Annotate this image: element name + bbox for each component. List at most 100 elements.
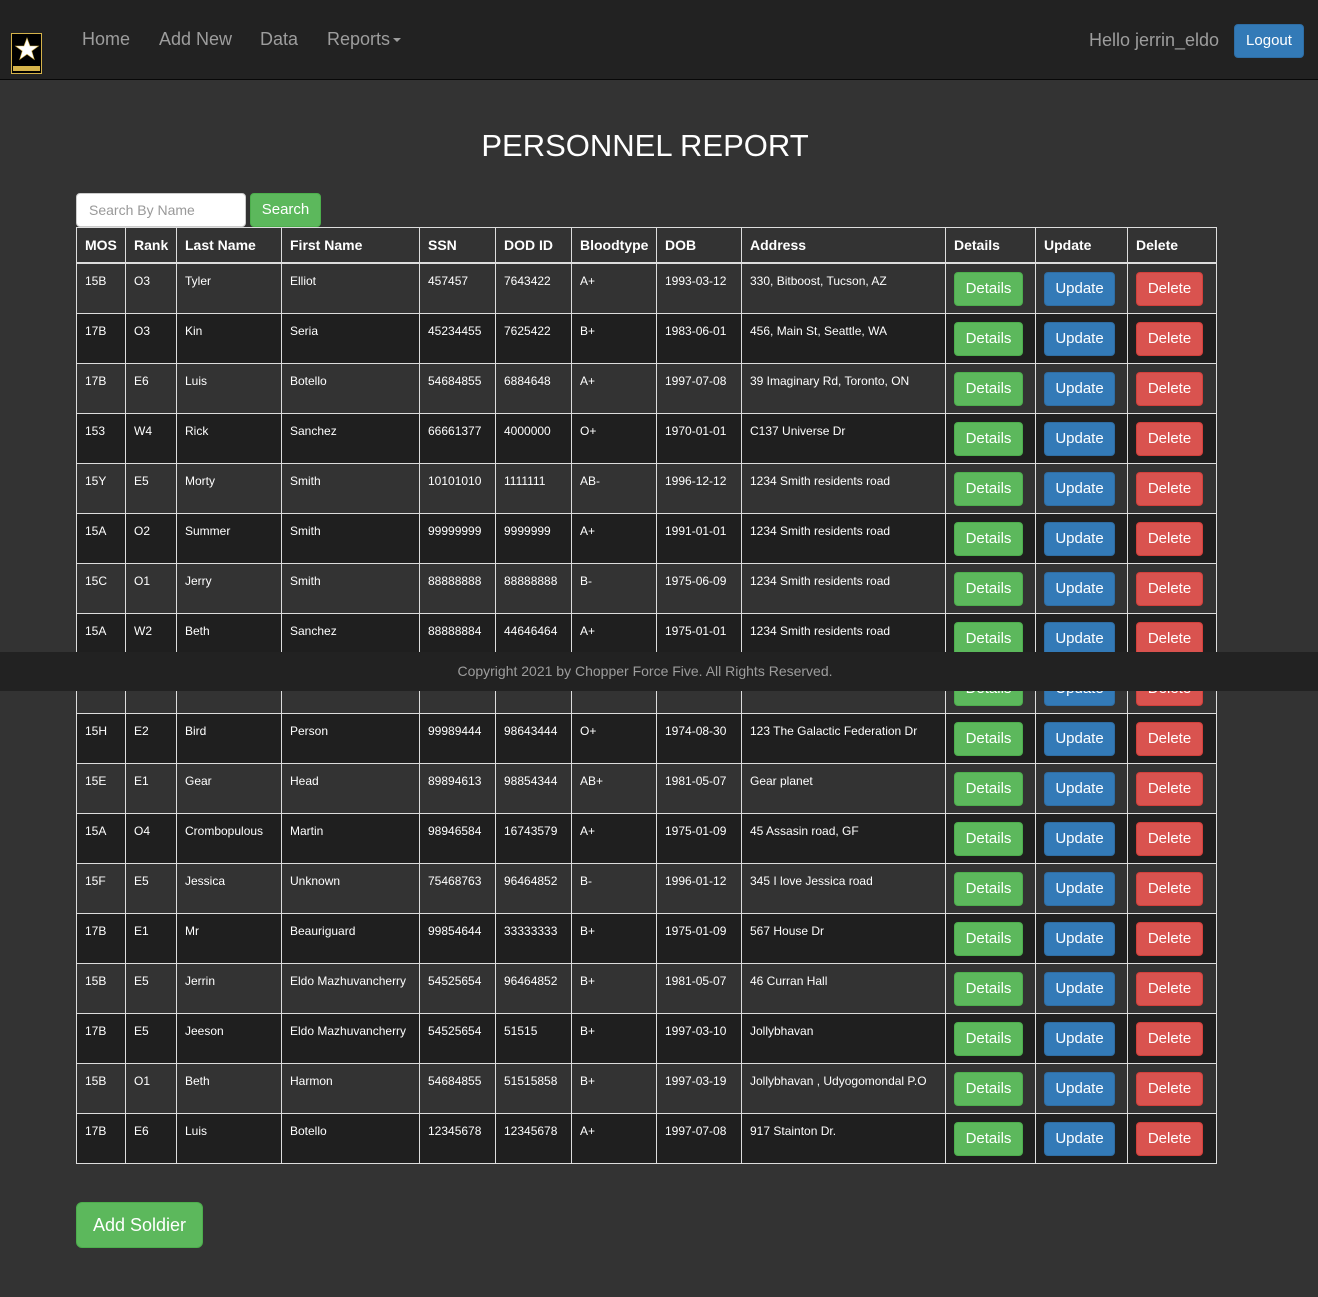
update-button[interactable]: Update (1044, 421, 1115, 456)
logout-button[interactable]: Logout (1234, 24, 1304, 58)
search-button[interactable]: Search (250, 193, 321, 227)
cell-ssn: 99854644 (419, 912, 496, 964)
cell-dob: 1975-01-09 (656, 912, 742, 964)
cell-dob: 1981-05-07 (656, 962, 742, 1014)
cell-address: 456, Main St, Seattle, WA (741, 312, 946, 364)
update-button[interactable]: Update (1044, 471, 1115, 506)
add-soldier-button[interactable]: Add Soldier (76, 1202, 203, 1248)
details-button[interactable]: Details (954, 321, 1023, 356)
details-button[interactable]: Details (954, 621, 1023, 656)
delete-button[interactable]: Delete (1136, 471, 1203, 506)
table-body: 15B O3 Tyler Elliot 457457 7643422 A+ 1993-03-1… (76, 262, 1217, 1164)
delete-button[interactable]: Delete (1136, 321, 1203, 356)
details-button[interactable]: Details (954, 1121, 1023, 1156)
update-button[interactable]: Update (1044, 272, 1115, 306)
delete-button[interactable]: Delete (1136, 971, 1203, 1006)
column-header-dob: DOB (656, 227, 742, 264)
cell-last-name: Gear (176, 762, 282, 814)
delete-button[interactable]: Delete (1136, 421, 1203, 456)
update-button[interactable]: Update (1044, 371, 1115, 406)
column-header-mos: MOS (76, 227, 126, 264)
cell-delete: Delete (1127, 762, 1217, 814)
cell-dob: 1996-01-12 (656, 862, 742, 914)
cell-bloodtype: B+ (571, 312, 657, 364)
cell-update: Update (1035, 1112, 1128, 1164)
details-button[interactable]: Details (954, 272, 1023, 306)
cell-update: Update (1035, 512, 1128, 564)
cell-rank: E6 (125, 362, 177, 414)
cell-delete: Delete (1127, 1062, 1217, 1114)
cell-bloodtype: O+ (571, 412, 657, 464)
update-button[interactable]: Update (1044, 871, 1115, 906)
search-input[interactable] (76, 193, 246, 227)
cell-details: Details (945, 1062, 1036, 1114)
cell-bloodtype: B+ (571, 1012, 657, 1064)
details-button[interactable]: Details (954, 1071, 1023, 1106)
delete-button[interactable]: Delete (1136, 1071, 1203, 1106)
details-button[interactable]: Details (954, 571, 1023, 606)
cell-dod-id: 88888888 (495, 562, 572, 614)
cell-first-name: Eldo Mazhuvancherry (281, 1012, 420, 1064)
cell-update: Update (1035, 262, 1128, 314)
cell-ssn: 66661377 (419, 412, 496, 464)
details-button[interactable]: Details (954, 1021, 1023, 1056)
details-button[interactable]: Details (954, 521, 1023, 556)
update-button[interactable]: Update (1044, 1021, 1115, 1056)
update-button[interactable]: Update (1044, 771, 1115, 806)
details-button[interactable]: Details (954, 771, 1023, 806)
delete-button[interactable]: Delete (1136, 272, 1203, 306)
delete-button[interactable]: Delete (1136, 871, 1203, 906)
delete-button[interactable]: Delete (1136, 571, 1203, 606)
update-button[interactable]: Update (1044, 1121, 1115, 1156)
nav-add-new-link[interactable]: Add New (159, 28, 232, 50)
army-logo[interactable] (11, 33, 42, 74)
delete-button[interactable]: Delete (1136, 771, 1203, 806)
details-button[interactable]: Details (954, 471, 1023, 506)
table-header-row: MOS Rank Last Name First Name SSN DOD ID Blood… (76, 227, 1217, 264)
cell-last-name: Bird (176, 712, 282, 764)
table-row: 17B O3 Kin Seria 45234455 7625422 B+ 1983-06-01… (76, 312, 1217, 364)
update-button[interactable]: Update (1044, 971, 1115, 1006)
details-button[interactable]: Details (954, 921, 1023, 956)
details-button[interactable]: Details (954, 971, 1023, 1006)
details-button[interactable]: Details (954, 821, 1023, 856)
cell-dod-id: 7625422 (495, 312, 572, 364)
cell-bloodtype: A+ (571, 812, 657, 864)
cell-rank: E2 (125, 712, 177, 764)
delete-button[interactable]: Delete (1136, 1021, 1203, 1056)
details-button[interactable]: Details (954, 721, 1023, 756)
cell-last-name: Kin (176, 312, 282, 364)
cell-details: Details (945, 462, 1036, 514)
nav-reports-dropdown[interactable]: Reports (327, 28, 402, 50)
delete-button[interactable]: Delete (1136, 1121, 1203, 1156)
update-button[interactable]: Update (1044, 921, 1115, 956)
details-button[interactable]: Details (954, 421, 1023, 456)
nav-data-link[interactable]: Data (260, 28, 298, 50)
delete-button[interactable]: Delete (1136, 621, 1203, 656)
cell-update: Update (1035, 562, 1128, 614)
cell-mos: 15A (76, 812, 126, 864)
cell-mos: 15B (76, 262, 126, 314)
cell-ssn: 98946584 (419, 812, 496, 864)
cell-ssn: 457457 (419, 262, 496, 314)
nav-home-link[interactable]: Home (82, 28, 130, 50)
delete-button[interactable]: Delete (1136, 721, 1203, 756)
cell-details: Details (945, 862, 1036, 914)
cell-ssn: 54525654 (419, 1012, 496, 1064)
delete-button[interactable]: Delete (1136, 821, 1203, 856)
details-button[interactable]: Details (954, 871, 1023, 906)
delete-button[interactable]: Delete (1136, 921, 1203, 956)
cell-rank: E5 (125, 862, 177, 914)
delete-button[interactable]: Delete (1136, 371, 1203, 406)
cell-dod-id: 6884648 (495, 362, 572, 414)
update-button[interactable]: Update (1044, 821, 1115, 856)
update-button[interactable]: Update (1044, 521, 1115, 556)
details-button[interactable]: Details (954, 371, 1023, 406)
update-button[interactable]: Update (1044, 571, 1115, 606)
update-button[interactable]: Update (1044, 621, 1115, 656)
delete-button[interactable]: Delete (1136, 521, 1203, 556)
update-button[interactable]: Update (1044, 721, 1115, 756)
update-button[interactable]: Update (1044, 1071, 1115, 1106)
cell-rank: E6 (125, 1112, 177, 1164)
update-button[interactable]: Update (1044, 321, 1115, 356)
